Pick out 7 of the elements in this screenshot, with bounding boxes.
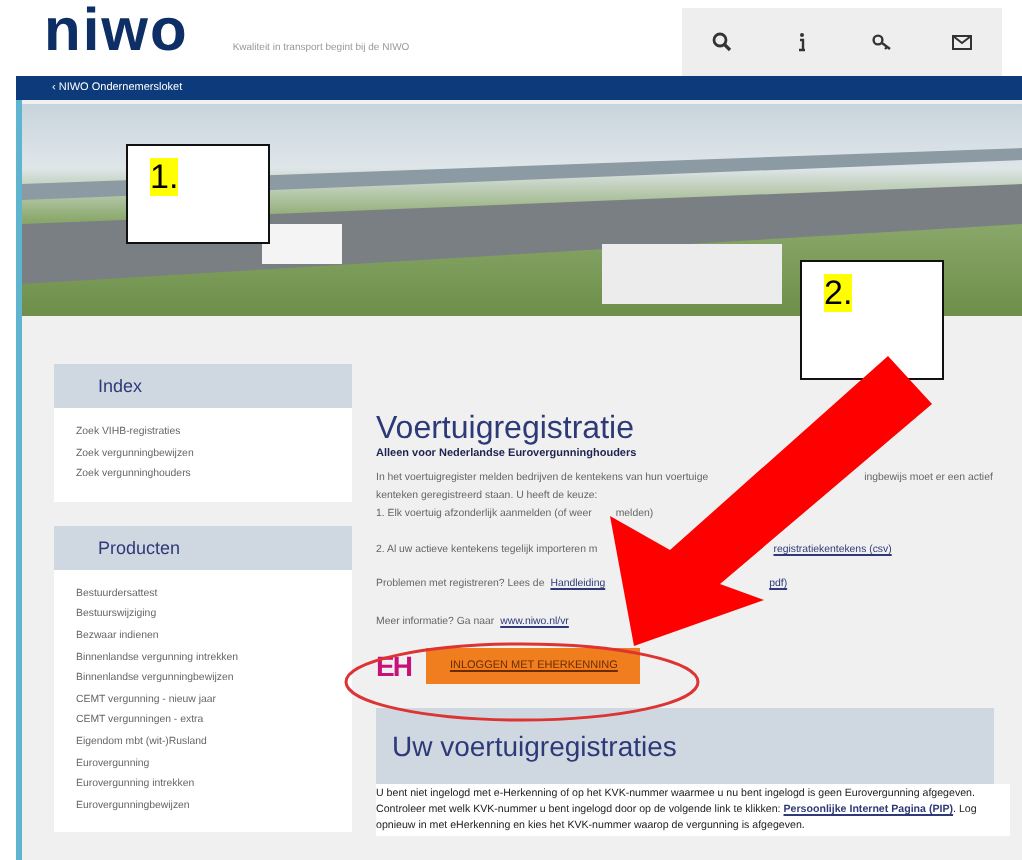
callout-label: 1. (150, 158, 179, 196)
page-title: Voertuigregistratie (376, 412, 636, 448)
callout-label: 2. (824, 274, 853, 312)
niwo-logo[interactable]: niwo (44, 2, 189, 62)
section-title: Uw voertuigregistraties (392, 730, 677, 762)
card-title: Index (98, 376, 143, 396)
card-title: Producten (98, 537, 181, 558)
